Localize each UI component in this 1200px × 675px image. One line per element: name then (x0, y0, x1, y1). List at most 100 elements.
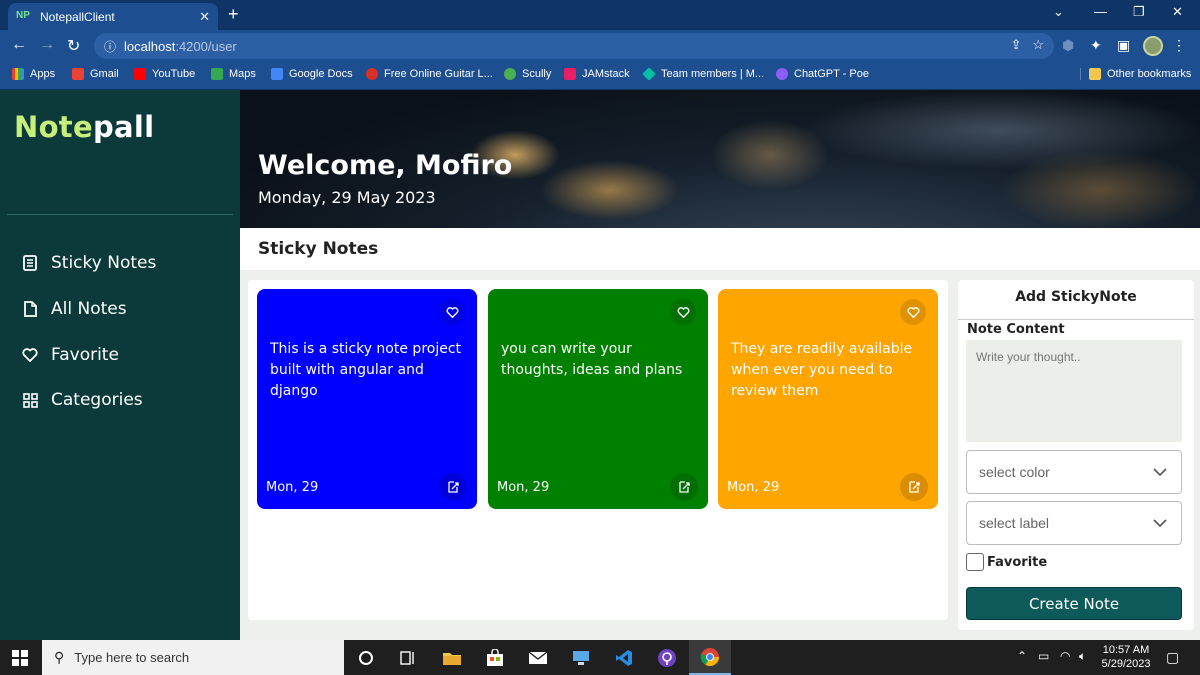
minimize-button[interactable]: — (1094, 4, 1107, 19)
chrome-icon[interactable] (689, 640, 731, 675)
poe-icon (776, 68, 788, 80)
sidebar: Notepall Sticky Notes All Notes Favorite… (0, 90, 240, 640)
windows-start-icon[interactable] (12, 650, 28, 666)
clock-time: 10:57 AM (1102, 644, 1150, 656)
bookmark-guitar[interactable]: Free Online Guitar L... (366, 68, 493, 80)
hero-banner: Welcome, Mofiro Monday, 29 May 2023 (240, 90, 1200, 228)
bookmark-google-docs[interactable]: Google Docs (271, 68, 353, 80)
bookmark-maps[interactable]: Maps (211, 68, 256, 80)
page-title: Sticky Notes (258, 239, 379, 259)
other-bookmarks-label: Other bookmarks (1107, 68, 1192, 80)
favorite-option: Favorite (966, 553, 1047, 571)
avatar[interactable] (1143, 36, 1163, 56)
back-arrow-icon[interactable]: ← (11, 36, 27, 54)
url-path: :4200/user (175, 38, 237, 54)
mail-icon[interactable] (517, 640, 559, 675)
sticky-note-card[interactable]: you can write your thoughts, ideas and p… (488, 289, 708, 509)
open-note-icon[interactable] (670, 473, 698, 501)
apps-grid-icon (12, 68, 24, 80)
cortana-icon[interactable] (345, 640, 387, 675)
taskbar-search-input[interactable]: ⚲ Type here to search (42, 640, 344, 675)
label-select[interactable]: select label (966, 501, 1182, 545)
bookmark-jamstack[interactable]: JAMstack (564, 68, 630, 80)
address-toolbar: ← → ↻ ⓘ localhost :4200/user ⇪ ☆ ⬢ ✦ ▣ ⋮ (0, 30, 1200, 62)
share-star-icons[interactable]: ⇪ ☆ (1011, 37, 1044, 53)
sticky-note-card[interactable]: They are readily available when ever you… (718, 289, 938, 509)
sidebar-item-sticky-notes[interactable]: Sticky Notes (22, 253, 156, 273)
window-close-button[interactable]: ✕ (1172, 4, 1183, 20)
main-content: Welcome, Mofiro Monday, 29 May 2023 Stic… (240, 90, 1200, 640)
notes-grid: This is a sticky note project built with… (248, 280, 948, 620)
restore-button[interactable]: ❐ (1133, 4, 1145, 20)
sticky-note-card[interactable]: This is a sticky note project built with… (257, 289, 477, 509)
volume-icon[interactable]: 🔈︎ (1079, 649, 1086, 664)
label-select-value: select label (979, 515, 1050, 531)
heart-icon[interactable] (670, 299, 696, 325)
bookmark-chatgpt-poe[interactable]: ChatGPT - Poe (776, 68, 869, 80)
browser-tab[interactable]: NP NotepallClient ✕ (8, 3, 218, 30)
docs-icon (271, 68, 283, 80)
note-text: This is a sticky note project built with… (270, 341, 462, 399)
puzzle-icon[interactable]: ✦ (1090, 37, 1102, 54)
bookmarks-bar: Apps Gmail YouTube Maps Google Docs Free… (0, 62, 1200, 90)
bookmark-gmail[interactable]: Gmail (72, 68, 119, 80)
remote-desktop-icon[interactable] (560, 640, 602, 675)
chevron-down-icon[interactable]: ⌄ (1053, 4, 1064, 20)
open-note-icon[interactable] (439, 473, 467, 501)
color-select[interactable]: select color (966, 450, 1182, 494)
bookmark-label: JAMstack (582, 68, 630, 80)
sidebar-item-favorite[interactable]: Favorite (22, 345, 119, 365)
maps-icon (211, 68, 223, 80)
tab-title: NotepallClient (40, 9, 115, 24)
info-icon[interactable]: ⓘ (104, 38, 116, 55)
wifi-icon[interactable]: ◠ (1060, 649, 1070, 663)
file-explorer-icon[interactable] (431, 640, 473, 675)
reload-icon[interactable]: ↻ (67, 36, 80, 56)
sidebar-item-all-notes[interactable]: All Notes (22, 299, 127, 319)
chevron-up-icon[interactable]: ⌃ (1017, 649, 1027, 663)
bookmark-team-members[interactable]: Team members | M... (642, 67, 764, 81)
bookmark-youtube[interactable]: YouTube (134, 68, 195, 80)
create-note-button[interactable]: Create Note (966, 587, 1182, 620)
heart-icon[interactable] (439, 299, 465, 325)
bookmark-apps[interactable]: Apps (12, 68, 55, 80)
extension-disabled-icon[interactable]: ⬢ (1062, 37, 1074, 54)
taskbar-clock[interactable]: 10:57 AM 5/29/2023 (1098, 643, 1154, 671)
folder-icon (1089, 68, 1101, 80)
app-logo[interactable]: Notepall (14, 110, 154, 144)
vscode-icon[interactable] (603, 640, 645, 675)
store-icon[interactable] (474, 640, 516, 675)
favorite-checkbox[interactable] (966, 553, 984, 571)
task-view-icon[interactable] (387, 640, 429, 675)
address-bar[interactable]: ⓘ localhost :4200/user ⇪ ☆ (94, 33, 1054, 59)
github-icon[interactable] (646, 640, 688, 675)
battery-icon[interactable]: ▭ (1038, 649, 1049, 663)
note-date: Mon, 29 (266, 480, 319, 495)
open-note-icon[interactable] (900, 473, 928, 501)
forward-arrow-icon[interactable]: → (39, 36, 55, 54)
heart-icon[interactable] (900, 299, 926, 325)
logo-highlight: Note (14, 110, 93, 144)
new-tab-button[interactable]: + (228, 4, 239, 25)
list-icon (22, 255, 38, 271)
bookmark-label: ChatGPT - Poe (794, 68, 869, 80)
other-bookmarks[interactable]: Other bookmarks (1080, 68, 1191, 80)
file-icon (22, 301, 38, 317)
sidebar-item-label: Favorite (51, 345, 119, 365)
city-lights-decoration (1000, 150, 1200, 228)
notification-icon[interactable]: ▢ (1166, 649, 1179, 666)
note-content-input[interactable] (966, 340, 1182, 442)
youtube-icon (134, 68, 146, 80)
form-divider (958, 319, 1194, 320)
sidebar-item-categories[interactable]: Categories (22, 390, 143, 410)
form-title: Add StickyNote (1015, 289, 1137, 305)
close-icon[interactable]: ✕ (199, 9, 210, 25)
note-content-label: Note Content (967, 322, 1065, 337)
sidebar-divider (7, 214, 233, 215)
more-menu-icon[interactable]: ⋮ (1172, 37, 1186, 54)
bookmark-scully[interactable]: Scully (504, 68, 551, 80)
note-text: They are readily available when ever you… (731, 341, 913, 399)
search-icon: ⚲ (54, 649, 65, 665)
gmail-icon (72, 68, 84, 80)
sidebar-toggle-icon[interactable]: ▣ (1117, 37, 1130, 54)
